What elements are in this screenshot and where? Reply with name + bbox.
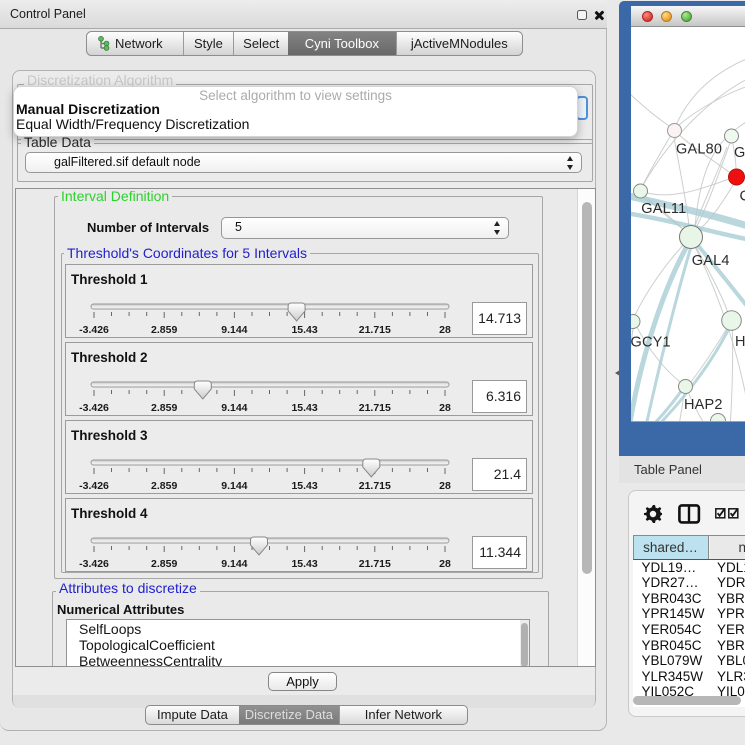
svg-text:HAP2: HAP2 [684,397,723,413]
svg-text:2.859: 2.859 [151,558,177,570]
svg-text:GAL80: GAL80 [676,142,722,158]
svg-text:-3.426: -3.426 [79,402,109,414]
svg-text:9.144: 9.144 [221,558,247,570]
svg-text:2.859: 2.859 [151,402,177,414]
svg-text:28: 28 [439,324,451,336]
svg-text:21.715: 21.715 [359,480,391,492]
svg-text:28: 28 [439,558,451,570]
svg-text:GAL4: GAL4 [692,253,730,269]
svg-text:-3.426: -3.426 [79,558,109,570]
svg-text:21.715: 21.715 [359,324,391,336]
svg-text:15.43: 15.43 [291,324,317,336]
svg-text:GA: GA [734,145,745,161]
svg-text:GAL11: GAL11 [641,201,686,217]
svg-text:-3.426: -3.426 [79,324,109,336]
svg-text:9.144: 9.144 [221,480,247,492]
svg-text:28: 28 [439,480,451,492]
svg-text:2.859: 2.859 [151,480,177,492]
svg-text:C: C [740,189,745,205]
svg-text:HI: HI [735,334,745,350]
svg-text:-3.426: -3.426 [79,480,109,492]
svg-text:28: 28 [439,402,451,414]
svg-text:9.144: 9.144 [221,402,247,414]
svg-text:GCY1: GCY1 [631,335,671,351]
svg-text:2.859: 2.859 [151,324,177,336]
svg-text:21.715: 21.715 [359,558,391,570]
svg-text:21.715: 21.715 [359,402,391,414]
svg-text:15.43: 15.43 [291,480,317,492]
svg-text:15.43: 15.43 [291,558,317,570]
svg-text:15.43: 15.43 [291,402,317,414]
svg-text:9.144: 9.144 [221,324,247,336]
